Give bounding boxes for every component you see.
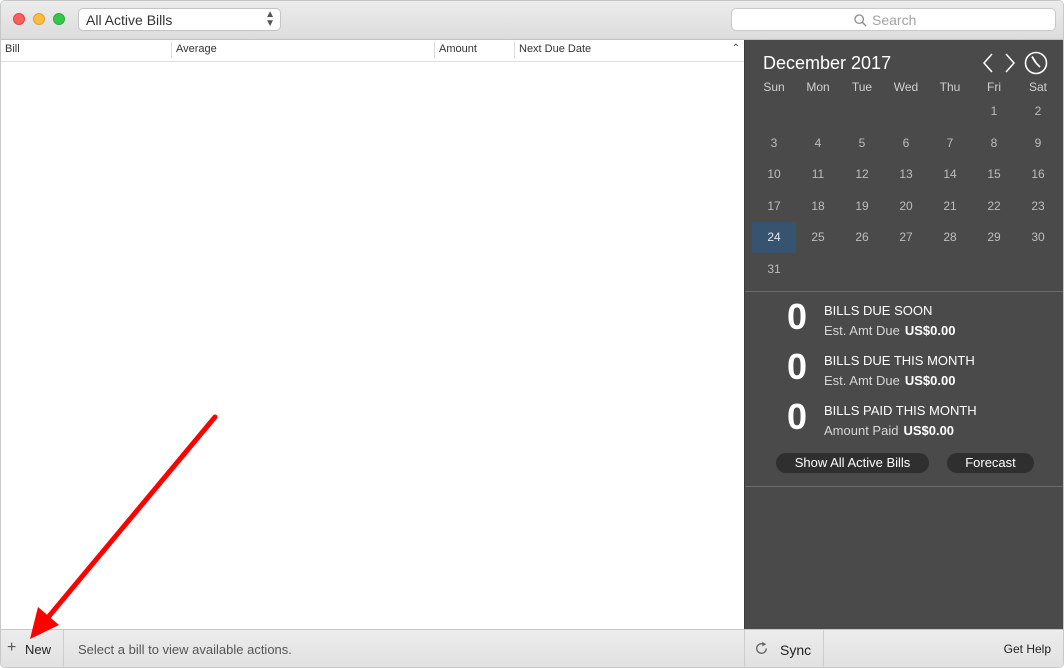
title-bar: All Active Bills ▲ ▼ Search xyxy=(1,1,1063,40)
calendar-day[interactable]: 19 xyxy=(840,191,884,222)
calendar-day[interactable]: 1 xyxy=(972,96,1016,127)
calendar-day[interactable]: 9 xyxy=(1016,128,1060,159)
weekday-label: Sat xyxy=(1028,80,1047,94)
search-field[interactable]: Search xyxy=(731,8,1056,31)
stat-title: BILLS PAID THIS MONTH xyxy=(824,403,977,418)
stat-subtitle: Amount Paid US$0.00 xyxy=(824,423,955,438)
calendar-day[interactable]: 5 xyxy=(840,128,884,159)
new-bill-button[interactable]: + New xyxy=(1,630,64,667)
calendar-sidebar: December 2017 Sun Mon Tue Wed Thu Fri Sat xyxy=(744,40,1063,629)
weekday-label: Tue xyxy=(851,80,873,94)
calendar-day[interactable]: 22 xyxy=(972,191,1016,222)
calendar-day-today[interactable]: 24 xyxy=(752,222,796,253)
weekday-label: Thu xyxy=(939,80,961,94)
calendar-day[interactable]: 18 xyxy=(796,191,840,222)
weekday-label: Fri xyxy=(987,80,1001,94)
bill-filter-value: All Active Bills xyxy=(86,12,173,28)
calendar-day[interactable]: 3 xyxy=(752,128,796,159)
today-clock-icon[interactable] xyxy=(1024,51,1048,75)
calendar-day[interactable]: 25 xyxy=(796,222,840,253)
calendar-day[interactable]: 11 xyxy=(796,159,840,190)
stat-count: 0 xyxy=(786,346,808,387)
search-placeholder: Search xyxy=(872,12,917,28)
column-divider[interactable] xyxy=(434,42,435,58)
calendar-day[interactable]: 7 xyxy=(928,128,972,159)
bill-filter-select[interactable]: All Active Bills ▲ ▼ xyxy=(78,8,281,31)
stat-title: BILLS DUE SOON xyxy=(824,303,933,318)
close-window-button[interactable] xyxy=(13,13,25,25)
column-header-next-due-date[interactable]: Next Due Date xyxy=(519,43,591,55)
calendar-day[interactable]: 21 xyxy=(928,191,972,222)
weekday-label: Mon xyxy=(806,80,830,94)
zoom-window-button[interactable] xyxy=(53,13,65,25)
sync-button[interactable]: Sync xyxy=(744,630,824,667)
calendar-nav xyxy=(979,51,1051,82)
minimize-window-button[interactable] xyxy=(33,13,45,25)
sync-icon xyxy=(756,641,767,654)
calendar-day[interactable]: 28 xyxy=(928,222,972,253)
column-header-bill[interactable]: Bill xyxy=(5,43,20,55)
calendar-day[interactable]: 12 xyxy=(840,159,884,190)
calendar-day[interactable]: 20 xyxy=(884,191,928,222)
plus-icon: + xyxy=(7,639,17,656)
column-header-row: Bill Average Amount Next Due Date ⌃ xyxy=(1,40,744,62)
calendar-day[interactable]: 15 xyxy=(972,159,1016,190)
calendar-day[interactable]: 4 xyxy=(796,128,840,159)
sync-label: Sync xyxy=(780,642,812,658)
status-message: Select a bill to view available actions. xyxy=(78,642,292,657)
show-all-active-bills-button[interactable]: Show All Active Bills xyxy=(776,453,929,473)
calendar-day[interactable]: 6 xyxy=(884,128,928,159)
column-header-amount[interactable]: Amount xyxy=(439,43,477,55)
calendar-day[interactable]: 14 xyxy=(928,159,972,190)
calendar-day[interactable]: 17 xyxy=(752,191,796,222)
weekday-label: Wed xyxy=(893,80,919,94)
calendar-day[interactable]: 31 xyxy=(752,254,796,285)
bottom-bar: + New Select a bill to view available ac… xyxy=(1,629,1063,667)
calendar-day[interactable]: 26 xyxy=(840,222,884,253)
calendar-day[interactable]: 10 xyxy=(752,159,796,190)
calendar-day[interactable]: 8 xyxy=(972,128,1016,159)
calendar-day[interactable]: 13 xyxy=(884,159,928,190)
stat-count: 0 xyxy=(786,296,808,337)
bills-due-soon-stat: 0 BILLS DUE SOON Est. Amt Due US$0.00 xyxy=(745,296,1063,349)
stat-subtitle: Est. Amt Due US$0.00 xyxy=(824,373,956,388)
calendar-day[interactable]: 2 xyxy=(1016,96,1060,127)
sort-ascending-icon[interactable]: ⌃ xyxy=(732,43,740,54)
new-bill-label: New xyxy=(25,642,52,657)
calendar-month-label: December 2017 xyxy=(763,53,892,73)
column-divider[interactable] xyxy=(171,42,172,58)
calendar-day[interactable]: 29 xyxy=(972,222,1016,253)
bills-paid-this-month-stat: 0 BILLS PAID THIS MONTH Amount Paid US$0.… xyxy=(745,396,1063,449)
previous-month-icon[interactable] xyxy=(979,51,997,77)
calendar-day[interactable]: 23 xyxy=(1016,191,1060,222)
divider xyxy=(745,486,1063,487)
bills-list[interactable]: Bill Average Amount Next Due Date ⌃ xyxy=(1,40,744,629)
calendar-day[interactable]: 16 xyxy=(1016,159,1060,190)
stat-title: BILLS DUE THIS MONTH xyxy=(824,353,975,368)
updown-chevron-icon: ▲ ▼ xyxy=(265,9,275,29)
column-header-average[interactable]: Average xyxy=(176,43,217,55)
get-help-link[interactable]: Get Help xyxy=(1004,642,1051,656)
next-month-icon[interactable] xyxy=(1001,51,1019,77)
search-icon xyxy=(854,13,867,26)
forecast-button[interactable]: Forecast xyxy=(947,453,1034,473)
column-divider[interactable] xyxy=(514,42,515,58)
calendar-day[interactable]: 27 xyxy=(884,222,928,253)
weekday-label: Sun xyxy=(763,80,785,94)
calendar-day[interactable]: 30 xyxy=(1016,222,1060,253)
divider xyxy=(745,291,1063,292)
app-window: All Active Bills ▲ ▼ Search Bill Average … xyxy=(0,0,1064,668)
stat-count: 0 xyxy=(786,396,808,437)
bills-due-this-month-stat: 0 BILLS DUE THIS MONTH Est. Amt Due US$0.… xyxy=(745,346,1063,399)
stat-subtitle: Est. Amt Due US$0.00 xyxy=(824,323,956,338)
